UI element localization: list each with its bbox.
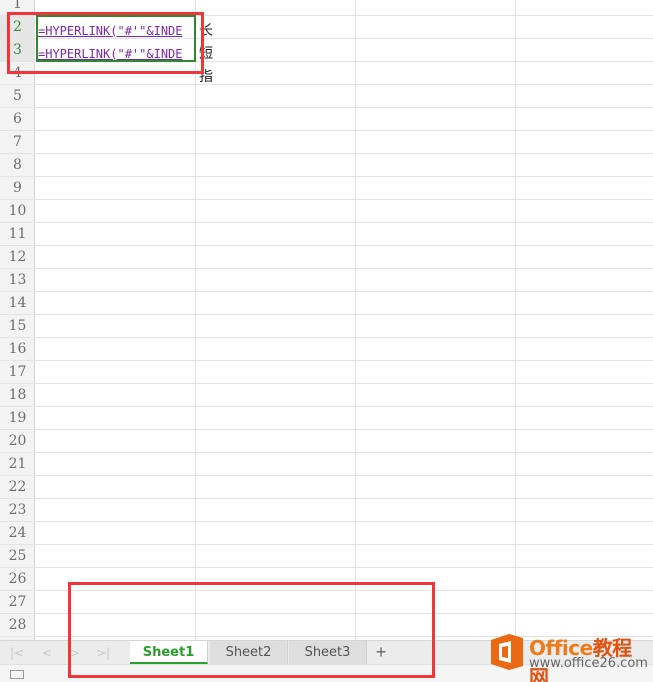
row-header-5[interactable]: 5	[0, 85, 35, 108]
row-header-26[interactable]: 26	[0, 568, 35, 591]
row-gridline	[35, 498, 653, 499]
prev-sheet-button[interactable]: <	[38, 644, 56, 662]
row-gridline	[35, 521, 653, 522]
row-gridline	[35, 314, 653, 315]
column-gridline	[195, 0, 196, 640]
row-header-25[interactable]: 25	[0, 545, 35, 568]
row-gridline	[35, 383, 653, 384]
highlight-box-cells	[7, 12, 204, 74]
highlight-box-tabs	[68, 582, 435, 678]
row-header-28[interactable]: 28	[0, 614, 35, 637]
row-header-12[interactable]: 12	[0, 246, 35, 269]
row-header-15[interactable]: 15	[0, 315, 35, 338]
watermark-logo: Office教程网 www.office26.com	[489, 632, 649, 682]
row-header-16[interactable]: 16	[0, 338, 35, 361]
first-sheet-button[interactable]: |<	[8, 644, 26, 662]
row-gridline	[35, 222, 653, 223]
row-gridline	[35, 406, 653, 407]
row-header-14[interactable]: 14	[0, 292, 35, 315]
row-header-18[interactable]: 18	[0, 384, 35, 407]
row-header-20[interactable]: 20	[0, 430, 35, 453]
row-gridline	[35, 429, 653, 430]
row-header-27[interactable]: 27	[0, 591, 35, 614]
row-gridline	[35, 84, 653, 85]
row-header: 1 2 3 4 5 6 7 8 9 10 11 12 13 14 15 16 17 18 19 20 21 22 23 24 2…	[0, 0, 35, 640]
row-gridline	[35, 268, 653, 269]
row-header-6[interactable]: 6	[0, 108, 35, 131]
row-gridline	[35, 245, 653, 246]
row-gridline	[35, 107, 653, 108]
row-header-19[interactable]: 19	[0, 407, 35, 430]
row-gridline	[35, 567, 653, 568]
row-gridline	[35, 130, 653, 131]
row-gridline	[35, 291, 653, 292]
row-header-7[interactable]: 7	[0, 131, 35, 154]
column-gridline	[515, 0, 516, 640]
row-header-23[interactable]: 23	[0, 499, 35, 522]
row-gridline	[35, 153, 653, 154]
row-gridline	[35, 360, 653, 361]
office-logo-icon	[491, 634, 523, 670]
row-gridline	[35, 199, 653, 200]
row-header-9[interactable]: 9	[0, 177, 35, 200]
row-header-17[interactable]: 17	[0, 361, 35, 384]
row-gridline	[35, 544, 653, 545]
row-header-10[interactable]: 10	[0, 200, 35, 223]
row-gridline	[35, 475, 653, 476]
row-gridline	[35, 176, 653, 177]
row-header-11[interactable]: 11	[0, 223, 35, 246]
column-gridline	[355, 0, 356, 640]
row-gridline	[35, 452, 653, 453]
row-header-22[interactable]: 22	[0, 476, 35, 499]
row-gridline	[35, 337, 653, 338]
macro-record-icon[interactable]	[10, 670, 24, 679]
watermark-url: www.office26.com	[529, 656, 648, 671]
row-header-24[interactable]: 24	[0, 522, 35, 545]
row-header-21[interactable]: 21	[0, 453, 35, 476]
row-header-13[interactable]: 13	[0, 269, 35, 292]
row-header-8[interactable]: 8	[0, 154, 35, 177]
spreadsheet-grid[interactable]: 1 2 3 4 5 6 7 8 9 10 11 12 13 14 15 16 17 18 19 20 21 22 23 24 2…	[0, 0, 653, 640]
